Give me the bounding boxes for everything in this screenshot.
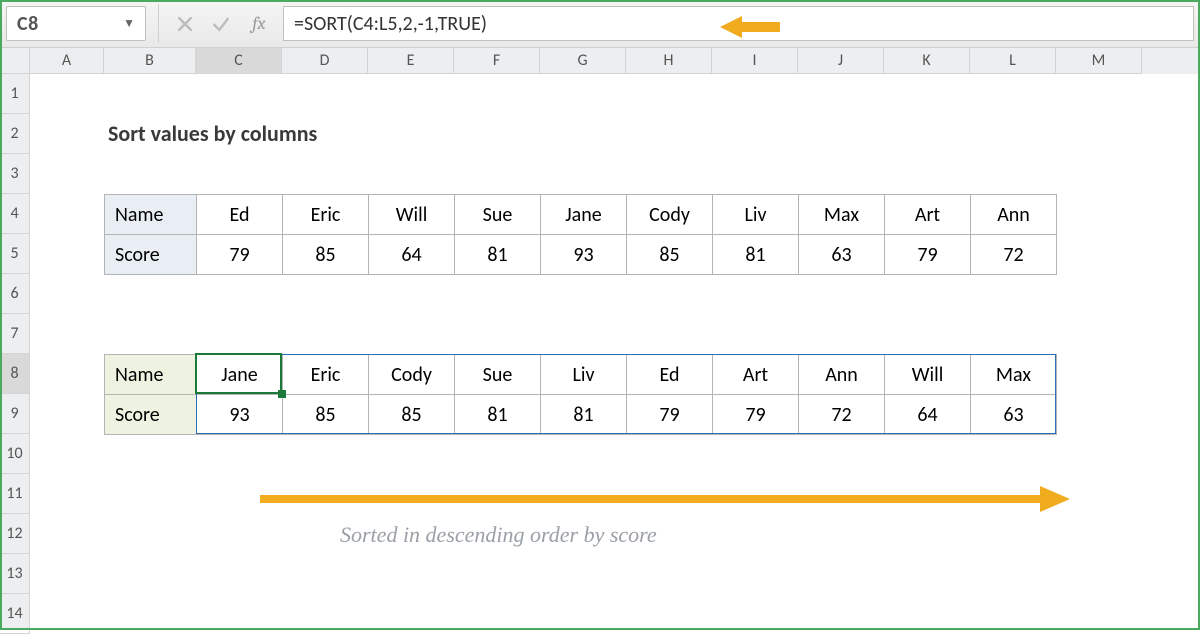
- col-header-G[interactable]: G: [540, 48, 626, 74]
- table-row-label: Name: [105, 195, 197, 235]
- cell[interactable]: Eric: [283, 195, 369, 235]
- enter-icon[interactable]: [203, 0, 239, 47]
- row-header-11[interactable]: 11: [0, 474, 30, 514]
- row-header-6[interactable]: 6: [0, 274, 30, 314]
- select-all-corner[interactable]: [0, 48, 30, 74]
- col-header-L[interactable]: L: [970, 48, 1056, 74]
- col-header-E[interactable]: E: [368, 48, 454, 74]
- col-header-M[interactable]: M: [1056, 48, 1142, 74]
- col-header-D[interactable]: D: [282, 48, 368, 74]
- cell[interactable]: Jane: [541, 195, 627, 235]
- cell[interactable]: 79: [197, 235, 283, 275]
- table-row-label: Name: [105, 355, 197, 395]
- cell[interactable]: Ed: [197, 195, 283, 235]
- cell[interactable]: 85: [627, 235, 713, 275]
- source-table: NameEdEricWillSueJaneCodyLivMaxArtAnn Sco…: [104, 194, 1057, 275]
- page-title: Sort values by columns: [108, 120, 317, 147]
- separator: [158, 4, 159, 43]
- table-row-label: Score: [105, 235, 197, 275]
- formula-input[interactable]: =SORT(C4:L5,2,-1,TRUE): [283, 6, 1194, 41]
- cell[interactable]: Will: [369, 195, 455, 235]
- row-header-8[interactable]: 8: [0, 354, 30, 394]
- col-header-H[interactable]: H: [626, 48, 712, 74]
- row-header-9[interactable]: 9: [0, 394, 30, 434]
- cell[interactable]: Cody: [627, 195, 713, 235]
- cell[interactable]: Liv: [713, 195, 799, 235]
- cell[interactable]: 63: [799, 235, 885, 275]
- col-header-J[interactable]: J: [798, 48, 884, 74]
- active-cell[interactable]: [195, 353, 282, 394]
- row-header-1[interactable]: 1: [0, 74, 30, 114]
- row-header-3[interactable]: 3: [0, 154, 30, 194]
- cells-area[interactable]: Sort values by columns NameEdEricWillSue…: [30, 74, 1200, 630]
- row-header-7[interactable]: 7: [0, 314, 30, 354]
- chevron-down-icon[interactable]: ▼: [123, 16, 135, 31]
- cell[interactable]: 85: [283, 235, 369, 275]
- row-header-14[interactable]: 14: [0, 594, 30, 634]
- row-header-12[interactable]: 12: [0, 514, 30, 554]
- row-header-10[interactable]: 10: [0, 434, 30, 474]
- column-headers: ABCDEFGHIJKLM: [30, 48, 1200, 74]
- row-header-13[interactable]: 13: [0, 554, 30, 594]
- cell[interactable]: Max: [799, 195, 885, 235]
- formula-text: =SORT(C4:L5,2,-1,TRUE): [294, 12, 487, 36]
- row-headers: 1234567891011121314: [0, 74, 30, 630]
- cell[interactable]: 64: [369, 235, 455, 275]
- spreadsheet[interactable]: ABCDEFGHIJKLM 1234567891011121314 Sort v…: [0, 48, 1200, 630]
- row-header-2[interactable]: 2: [0, 114, 30, 154]
- table-row-label: Score: [105, 395, 197, 435]
- col-header-C[interactable]: C: [196, 48, 282, 74]
- cell[interactable]: Art: [885, 195, 971, 235]
- fx-icon[interactable]: fx: [239, 0, 279, 47]
- fill-handle[interactable]: [278, 390, 286, 398]
- callout-arrow-right-icon: [260, 486, 1070, 517]
- caption: Sorted in descending order by score: [340, 522, 657, 548]
- col-header-B[interactable]: B: [104, 48, 196, 74]
- col-header-F[interactable]: F: [454, 48, 540, 74]
- col-header-K[interactable]: K: [884, 48, 970, 74]
- row-header-4[interactable]: 4: [0, 194, 30, 234]
- spill-range-border: [196, 354, 1056, 434]
- cell[interactable]: 79: [885, 235, 971, 275]
- cell[interactable]: 72: [971, 235, 1057, 275]
- formula-bar: C8 ▼ fx =SORT(C4:L5,2,-1,TRUE): [0, 0, 1200, 48]
- cell[interactable]: Ann: [971, 195, 1057, 235]
- cell[interactable]: 93: [541, 235, 627, 275]
- name-box[interactable]: C8 ▼: [6, 6, 146, 41]
- col-header-I[interactable]: I: [712, 48, 798, 74]
- row-header-5[interactable]: 5: [0, 234, 30, 274]
- cancel-icon[interactable]: [167, 0, 203, 47]
- col-header-A[interactable]: A: [30, 48, 104, 74]
- cell[interactable]: 81: [713, 235, 799, 275]
- name-box-value: C8: [17, 12, 39, 36]
- cell[interactable]: Sue: [455, 195, 541, 235]
- cell[interactable]: 81: [455, 235, 541, 275]
